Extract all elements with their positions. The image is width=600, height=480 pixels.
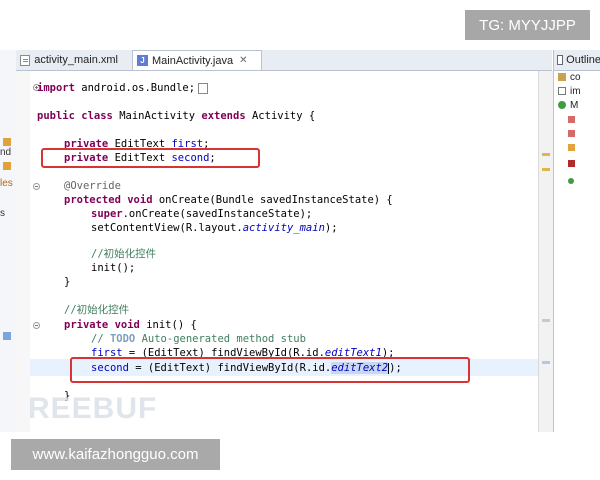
code-line: //初始化控件: [64, 304, 130, 316]
code-editor[interactable]: import android.os.Bundle; public class M…: [16, 71, 538, 432]
watermark-logo: REEBUF: [28, 392, 158, 425]
java-file-icon: J: [137, 55, 148, 66]
package-icon: [558, 73, 566, 81]
code-line: init();: [91, 262, 136, 274]
occurrence-marker[interactable]: [542, 361, 550, 364]
imports-icon: [558, 87, 566, 95]
warning-marker[interactable]: [542, 153, 550, 156]
left-panel-text: les: [0, 178, 13, 189]
tab-activity-main-xml[interactable]: activity_main.xml: [16, 50, 122, 70]
field-icon[interactable]: [568, 130, 575, 137]
left-panel-edge: nd les s: [0, 50, 17, 432]
code-line: private void init() {: [64, 319, 197, 331]
fold-toggle-icon[interactable]: [33, 183, 40, 190]
left-panel-text: s: [0, 208, 5, 219]
outline-title: Outline: [566, 54, 600, 66]
outline-item-class[interactable]: M: [558, 98, 578, 112]
left-panel-text: nd: [0, 147, 12, 158]
outline-panel: Outline co im M: [553, 50, 600, 432]
highlight-box-second-assignment: [70, 357, 470, 383]
code-line: super.onCreate(savedInstanceState);: [91, 208, 313, 220]
xml-file-icon: [20, 54, 31, 66]
checkbox-icon: [3, 332, 11, 340]
close-tab-icon[interactable]: ✕: [239, 55, 247, 66]
tab-label: activity_main.xml: [34, 54, 118, 66]
outline-icon: [557, 55, 564, 65]
class-icon: [558, 101, 566, 109]
ide-window: nd les s activity_main.xml J MainActivit…: [0, 50, 600, 432]
method-icon[interactable]: [568, 178, 574, 184]
code-line: import android.os.Bundle;: [37, 81, 209, 95]
tab-main-activity-java[interactable]: J MainActivity.java ✕: [132, 50, 262, 70]
editor-tab-bar: activity_main.xml J MainActivity.java ✕: [16, 50, 552, 71]
code-line: protected void onCreate(Bundle savedInst…: [64, 194, 393, 206]
code-line: // TODO Auto-generated method stub: [91, 333, 306, 345]
collapsed-imports-icon[interactable]: [198, 82, 209, 94]
highlight-box-second-field: [41, 148, 260, 168]
outline-item-package[interactable]: co: [558, 70, 581, 84]
warning-icon: [3, 138, 11, 146]
method-icon[interactable]: [568, 160, 575, 167]
overview-ruler[interactable]: [538, 71, 553, 432]
warning-marker[interactable]: [542, 168, 550, 171]
annotation-gutter: [16, 71, 30, 432]
tg-badge: TG: MYYJJPP: [465, 10, 590, 40]
field-icon[interactable]: [568, 116, 575, 123]
outline-header[interactable]: Outline: [554, 50, 600, 71]
code-line: setContentView(R.layout.activity_main);: [91, 222, 338, 234]
outline-item-imports[interactable]: im: [558, 84, 581, 98]
code-line: @Override: [64, 180, 121, 192]
fold-toggle-icon[interactable]: [33, 322, 40, 329]
tab-label: MainActivity.java: [152, 54, 234, 67]
code-line: }: [64, 276, 71, 288]
warning-icon: [3, 162, 11, 170]
code-line: //初始化控件: [91, 248, 157, 260]
url-badge: www.kaifazhongguo.com: [11, 439, 220, 470]
method-icon[interactable]: [568, 144, 575, 151]
task-marker[interactable]: [542, 319, 550, 322]
code-line: public class MainActivity extends Activi…: [37, 110, 316, 122]
